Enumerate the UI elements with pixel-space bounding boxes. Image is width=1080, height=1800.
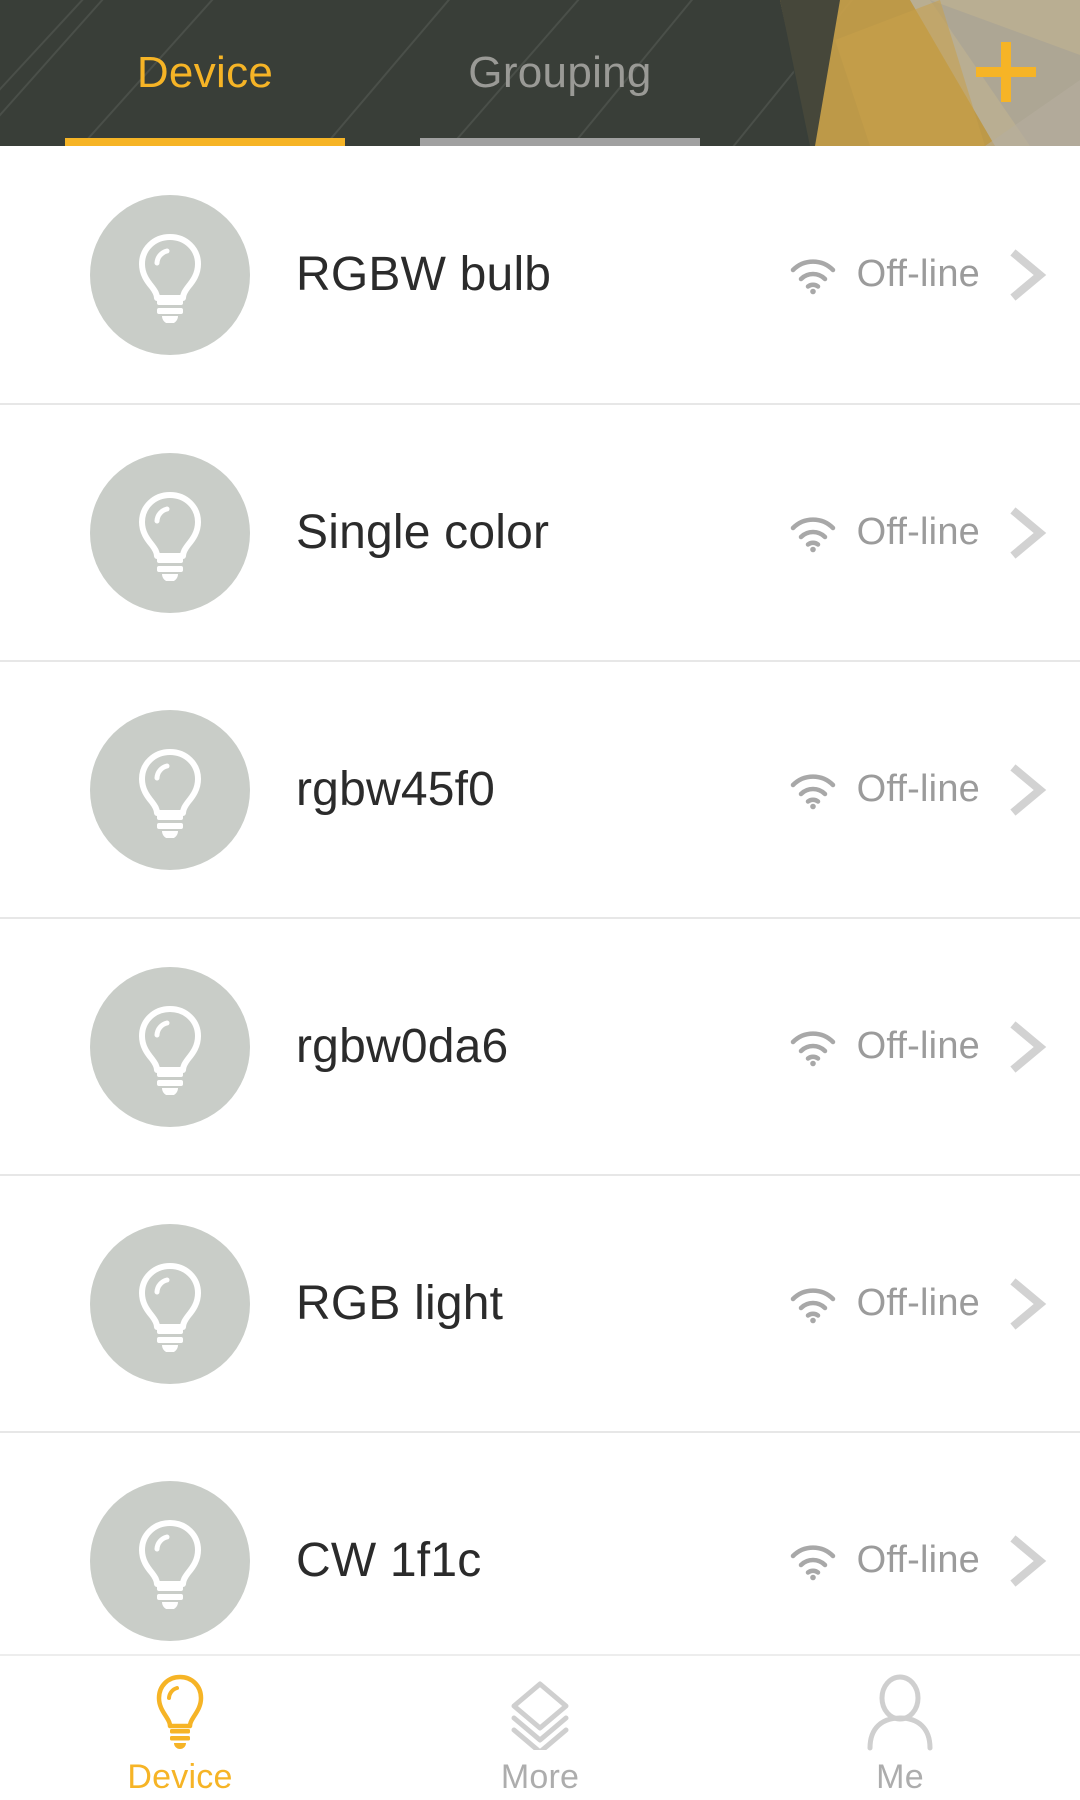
wifi-icon: [790, 773, 835, 809]
bottom-navigation-bar: Device More Me: [0, 1654, 1080, 1800]
nav-me-label: Me: [876, 1758, 924, 1796]
device-avatar: [90, 966, 250, 1127]
device-avatar: [90, 194, 250, 355]
tab-device-underline: [65, 138, 345, 146]
device-avatar: [90, 452, 250, 613]
device-avatar: [90, 709, 250, 870]
nav-item-me[interactable]: Me: [720, 1656, 1080, 1797]
nav-device-icon-wrap: [149, 1672, 211, 1752]
chevron-right-icon: [1010, 1277, 1047, 1330]
app-header: Device Grouping: [0, 0, 1080, 146]
device-name: Single color: [296, 506, 550, 559]
status-text: Off-line: [856, 768, 980, 810]
device-name: RGBW bulb: [296, 248, 552, 301]
device-name: CW 1f1c: [296, 1534, 482, 1587]
wifi-icon: [790, 258, 835, 294]
device-status: Off-line: [789, 1533, 1052, 1589]
status-text: Off-line: [856, 1539, 980, 1581]
device-status: Off-line: [789, 505, 1052, 561]
chevron-right-icon: [1010, 1020, 1047, 1073]
tab-grouping[interactable]: Grouping: [410, 0, 710, 146]
device-avatar: [90, 1480, 250, 1641]
device-name: RGB light: [296, 1277, 504, 1330]
device-status: Off-line: [789, 247, 1052, 303]
nav-more-icon-wrap: [502, 1672, 578, 1752]
nav-device-label: Device: [127, 1758, 233, 1796]
device-row[interactable]: rgbw45f0 Off-line: [0, 660, 1080, 917]
device-name: rgbw45f0: [296, 763, 496, 816]
wifi-icon: [790, 1544, 835, 1580]
wifi-icon: [790, 1287, 835, 1323]
device-name: rgbw0da6: [296, 1020, 509, 1073]
device-row[interactable]: Single color Off-line: [0, 403, 1080, 660]
status-text: Off-line: [856, 1025, 980, 1067]
chevron-right-icon: [1010, 1534, 1047, 1587]
add-device-button[interactable]: [970, 36, 1042, 108]
device-row[interactable]: CW 1f1c Off-line: [0, 1431, 1080, 1688]
device-row[interactable]: rgbw0da6 Off-line: [0, 917, 1080, 1174]
status-text: Off-line: [856, 1282, 980, 1324]
nav-item-more[interactable]: More: [360, 1656, 720, 1797]
tab-grouping-underline: [420, 138, 700, 146]
layers-icon: [511, 1681, 569, 1750]
header-tab-bar: Device Grouping: [0, 0, 1080, 146]
bulb-icon: [139, 1005, 201, 1095]
nav-me-icon-wrap: [864, 1672, 936, 1752]
wifi-icon: [790, 516, 835, 552]
device-status: Off-line: [789, 762, 1052, 818]
status-text: Off-line: [856, 253, 980, 295]
device-row[interactable]: RGBW bulb Off-line: [0, 146, 1080, 403]
device-status: Off-line: [789, 1019, 1052, 1075]
device-list: RGBW bulb Off-line Single color Off-line…: [0, 146, 1080, 1688]
bulb-icon: [139, 1519, 201, 1609]
nav-more-label: More: [500, 1758, 580, 1796]
nav-item-device[interactable]: Device: [0, 1656, 360, 1797]
plus-icon: [976, 42, 1036, 102]
chevron-right-icon: [1010, 248, 1047, 301]
bulb-icon: [139, 491, 201, 581]
bulb-icon: [139, 748, 201, 838]
chevron-right-icon: [1010, 763, 1047, 816]
tab-device-label: Device: [136, 48, 274, 97]
wifi-icon: [790, 1030, 835, 1066]
status-text: Off-line: [856, 511, 980, 553]
bulb-icon: [156, 1674, 204, 1749]
tab-device[interactable]: Device: [55, 0, 355, 146]
person-icon: [867, 1674, 933, 1751]
device-avatar: [90, 1223, 250, 1384]
bulb-icon: [139, 233, 201, 323]
chevron-right-icon: [1010, 506, 1047, 559]
device-status: Off-line: [789, 1276, 1052, 1332]
tab-grouping-label: Grouping: [468, 48, 652, 97]
bulb-icon: [139, 1262, 201, 1352]
device-row[interactable]: RGB light Off-line: [0, 1174, 1080, 1431]
